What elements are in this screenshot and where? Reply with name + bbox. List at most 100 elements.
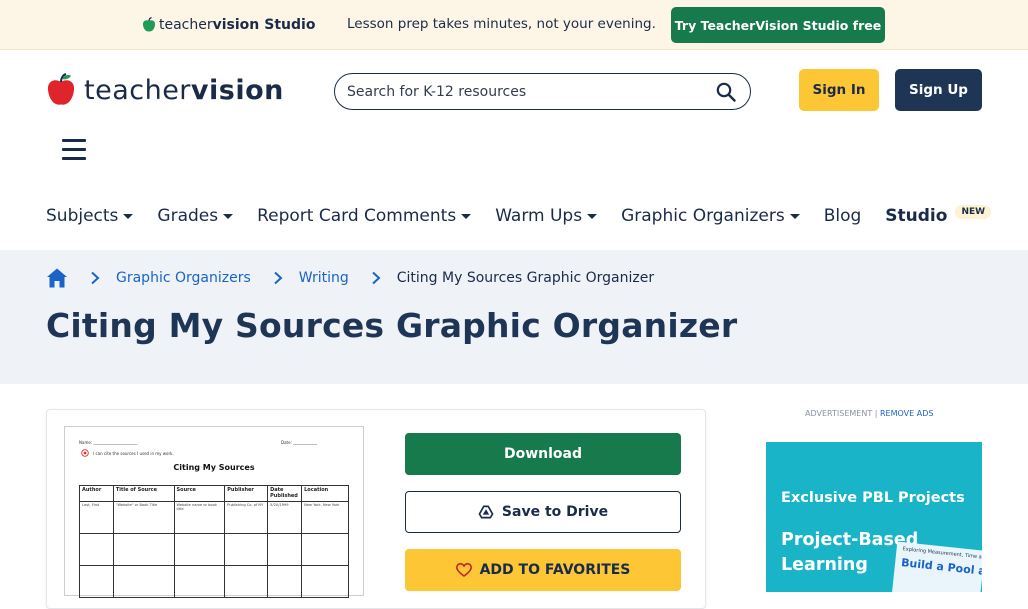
search-icon[interactable] [716, 82, 736, 102]
caret-down-icon [123, 213, 134, 219]
hamburger-line [62, 157, 86, 160]
table-cell [267, 565, 303, 598]
remove-ads-link[interactable]: REMOVE ADS [880, 409, 933, 418]
table-cell [173, 533, 226, 566]
add-to-favorites-button[interactable]: ADD TO FAVORITES [405, 549, 681, 591]
advertisement-text: ADVERTISEMENT | [805, 409, 878, 418]
worksheet-name-label: Name: ______________________ [79, 440, 138, 445]
caret-down-icon [223, 213, 234, 219]
save-to-drive-label: Save to Drive [501, 504, 609, 520]
ad-book-image: Exploring Measurement, Time and Shipping… [891, 541, 982, 592]
chevron-right-icon [274, 271, 283, 285]
nav-grades[interactable]: Grades [157, 206, 234, 226]
add-to-favorites-label: ADD TO FAVORITES [479, 562, 631, 578]
table-row [79, 533, 349, 566]
table-cell [112, 533, 175, 566]
table-cell: Website name or book title [173, 501, 226, 534]
sign-up-button[interactable]: Sign Up [895, 69, 982, 111]
table-cell [79, 533, 114, 566]
new-badge: NEW [955, 205, 992, 219]
nav-label: Warm Ups [495, 206, 583, 226]
ad-book-title: Build a Pool at [900, 556, 982, 579]
try-studio-button[interactable]: Try TeacherVision Studio free [671, 7, 885, 43]
sign-in-button[interactable]: Sign In [799, 69, 879, 111]
promo-logo-word2: vision [212, 17, 260, 33]
table-cell [173, 565, 226, 598]
table-cell [267, 533, 303, 566]
search-box [334, 73, 751, 110]
heart-icon [455, 563, 472, 577]
table-header: Source [173, 485, 226, 502]
ad-label: ADVERTISEMENT | REMOVE ADS [805, 409, 933, 418]
chevron-right-icon [372, 271, 381, 285]
ad-banner[interactable]: Exclusive PBL Projects Project-Based Lea… [766, 442, 982, 592]
promo-bar: teacher vision Studio Lesson prep takes mi… [0, 0, 1028, 50]
table-cell [112, 565, 175, 598]
table-header: Date Published [267, 485, 303, 502]
nav-graphic-organizers[interactable]: Graphic Organizers [621, 206, 800, 226]
table-row [79, 565, 349, 598]
main-nav: Subjects Grades Report Card Comments War… [46, 203, 1015, 229]
nav-subjects[interactable]: Subjects [46, 206, 134, 226]
hamburger-line [62, 139, 86, 142]
google-drive-icon [478, 505, 494, 519]
page-title: Citing My Sources Graphic Organizer [46, 306, 738, 345]
nav-label: Subjects [46, 206, 119, 226]
table-cell: New York, New York [301, 501, 349, 534]
apple-logo-icon [142, 17, 156, 32]
caret-down-icon [789, 213, 800, 219]
home-icon[interactable] [46, 267, 68, 289]
table-row: Last, First "Website" or Book Title Webs… [79, 501, 349, 534]
caret-down-icon [587, 213, 598, 219]
nav-warm-ups[interactable]: Warm Ups [495, 206, 598, 226]
table-header-row: Author Title of Source Source Publisher … [79, 485, 349, 502]
table-cell: 5/20/1999 [267, 501, 303, 534]
nav-report-card-comments[interactable]: Report Card Comments [257, 206, 472, 226]
download-button[interactable]: Download [405, 433, 681, 475]
hamburger-line [62, 148, 86, 151]
worksheet-table: Author Title of Source Source Publisher … [79, 485, 349, 598]
worksheet: Name: ______________________ Date: _____… [65, 427, 363, 598]
nav-label: Report Card Comments [257, 206, 457, 226]
caret-down-icon [461, 213, 472, 219]
breadcrumb: Graphic Organizers Writing Citing My Sou… [46, 265, 654, 291]
save-to-drive-button[interactable]: Save to Drive [405, 491, 681, 533]
table-cell [301, 533, 349, 566]
worksheet-title: Citing My Sources [173, 463, 255, 472]
breadcrumb-link[interactable]: Writing [299, 270, 349, 286]
table-cell: "Website" or Book Title [112, 501, 175, 534]
breadcrumb-link[interactable]: Graphic Organizers [116, 270, 251, 286]
promo-logo-word3: Studio [264, 17, 316, 33]
table-header: Title of Source [112, 485, 175, 502]
table-cell: Last, First [79, 501, 114, 534]
worksheet-preview[interactable]: Name: ______________________ Date: _____… [64, 426, 364, 598]
nav-label: Blog [823, 206, 862, 226]
site-logo[interactable]: teacher vision [46, 72, 284, 108]
table-header: Author [79, 485, 114, 502]
logo-word1: teacher [84, 74, 191, 106]
ad-headline: Exclusive PBL Projects [781, 490, 965, 506]
apple-logo-icon [47, 73, 75, 105]
table-header: Location [301, 485, 349, 502]
worksheet-date-label: Date: ____________ [281, 440, 318, 445]
worksheet-objective: I can cite the sources I used in my work… [93, 451, 174, 456]
promo-logo-word1: teacher [159, 17, 213, 33]
promo-logo[interactable]: teacher vision Studio [142, 15, 315, 35]
promo-text: Lesson prep takes minutes, not your even… [347, 16, 656, 32]
breadcrumb-current: Citing My Sources Graphic Organizer [396, 270, 655, 286]
logo-word2: vision [190, 74, 284, 106]
search-input[interactable] [347, 82, 707, 102]
nav-blog[interactable]: Blog [824, 206, 862, 226]
hamburger-menu-icon[interactable] [62, 139, 86, 161]
table-cell [224, 533, 269, 566]
target-icon [81, 449, 89, 457]
table-cell [301, 565, 349, 598]
nav-label: Studio [885, 206, 948, 226]
nav-studio[interactable]: Studio NEW [885, 205, 992, 226]
table-cell: Publishing Co. of NY [224, 501, 269, 534]
nav-label: Grades [157, 206, 219, 226]
table-cell [79, 565, 114, 598]
chevron-right-icon [91, 271, 100, 285]
nav-label: Graphic Organizers [621, 206, 785, 226]
table-header: Publisher [224, 485, 269, 502]
